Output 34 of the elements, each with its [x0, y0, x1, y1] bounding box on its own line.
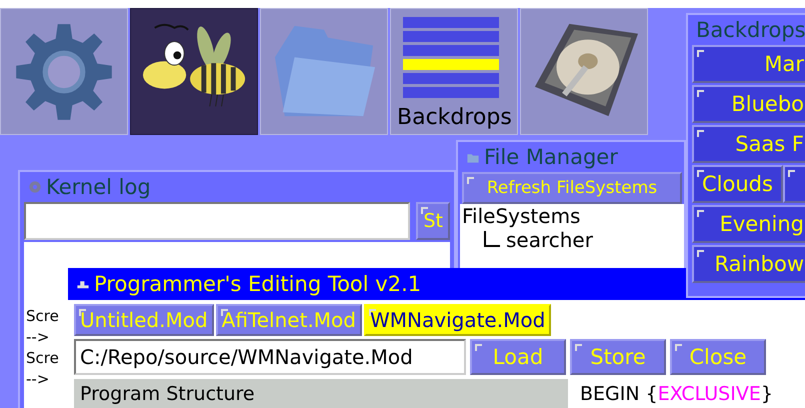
desktop-icon[interactable]: Backdrops	[390, 8, 518, 135]
path-field[interactable]: C:/Repo/source/WMNavigate.Mod	[74, 339, 466, 375]
log-line: Scre	[26, 306, 59, 327]
window-title: File Manager	[484, 145, 618, 169]
toolbar-button[interactable]: Close	[670, 339, 766, 375]
log-line: Scre	[26, 348, 59, 369]
input-field[interactable]	[24, 202, 410, 240]
log-line: -->	[26, 327, 50, 348]
desktop-icon[interactable]	[130, 8, 258, 135]
backdrop-button[interactable]	[782, 165, 805, 203]
backdrop-button[interactable]: Mar	[692, 45, 805, 83]
file-tab[interactable]: WMNavigate.Mod	[364, 304, 552, 336]
backdrop-button[interactable]: Evening	[692, 205, 805, 243]
window-title: Kernel log	[46, 175, 151, 199]
structure-panel-title: Program Structure	[74, 379, 568, 408]
refresh-button[interactable]: Refresh FileSystems	[462, 172, 682, 204]
panel-title: Backdrops	[695, 17, 805, 44]
tree-item[interactable]: FileSystems	[462, 204, 684, 228]
desktop-icon[interactable]	[520, 8, 648, 135]
tree-item[interactable]: searcher	[506, 228, 593, 252]
file-tab[interactable]: Untitled.Mod	[74, 304, 214, 336]
code-line: BEGIN {EXCLUSIVE}	[579, 382, 774, 407]
file-tab[interactable]: AfiTelnet.Mod	[216, 304, 362, 336]
toolbar-button[interactable]: Load	[470, 339, 566, 375]
backdrop-button[interactable]: Clouds	[692, 165, 783, 203]
backdrop-button[interactable]: Saas F	[692, 125, 805, 163]
backdrop-button[interactable]: Rainbow	[692, 245, 805, 283]
toolbar-button[interactable]: Store	[570, 339, 666, 375]
icon-label: Backdrops	[397, 105, 512, 130]
backdrop-button[interactable]: Bluebo	[692, 85, 805, 123]
window-title: Programmer's Editing Tool v2.1	[94, 272, 422, 296]
log-line: -->	[26, 369, 50, 390]
gear-icon	[28, 180, 42, 194]
start-button[interactable]: St	[416, 202, 450, 240]
